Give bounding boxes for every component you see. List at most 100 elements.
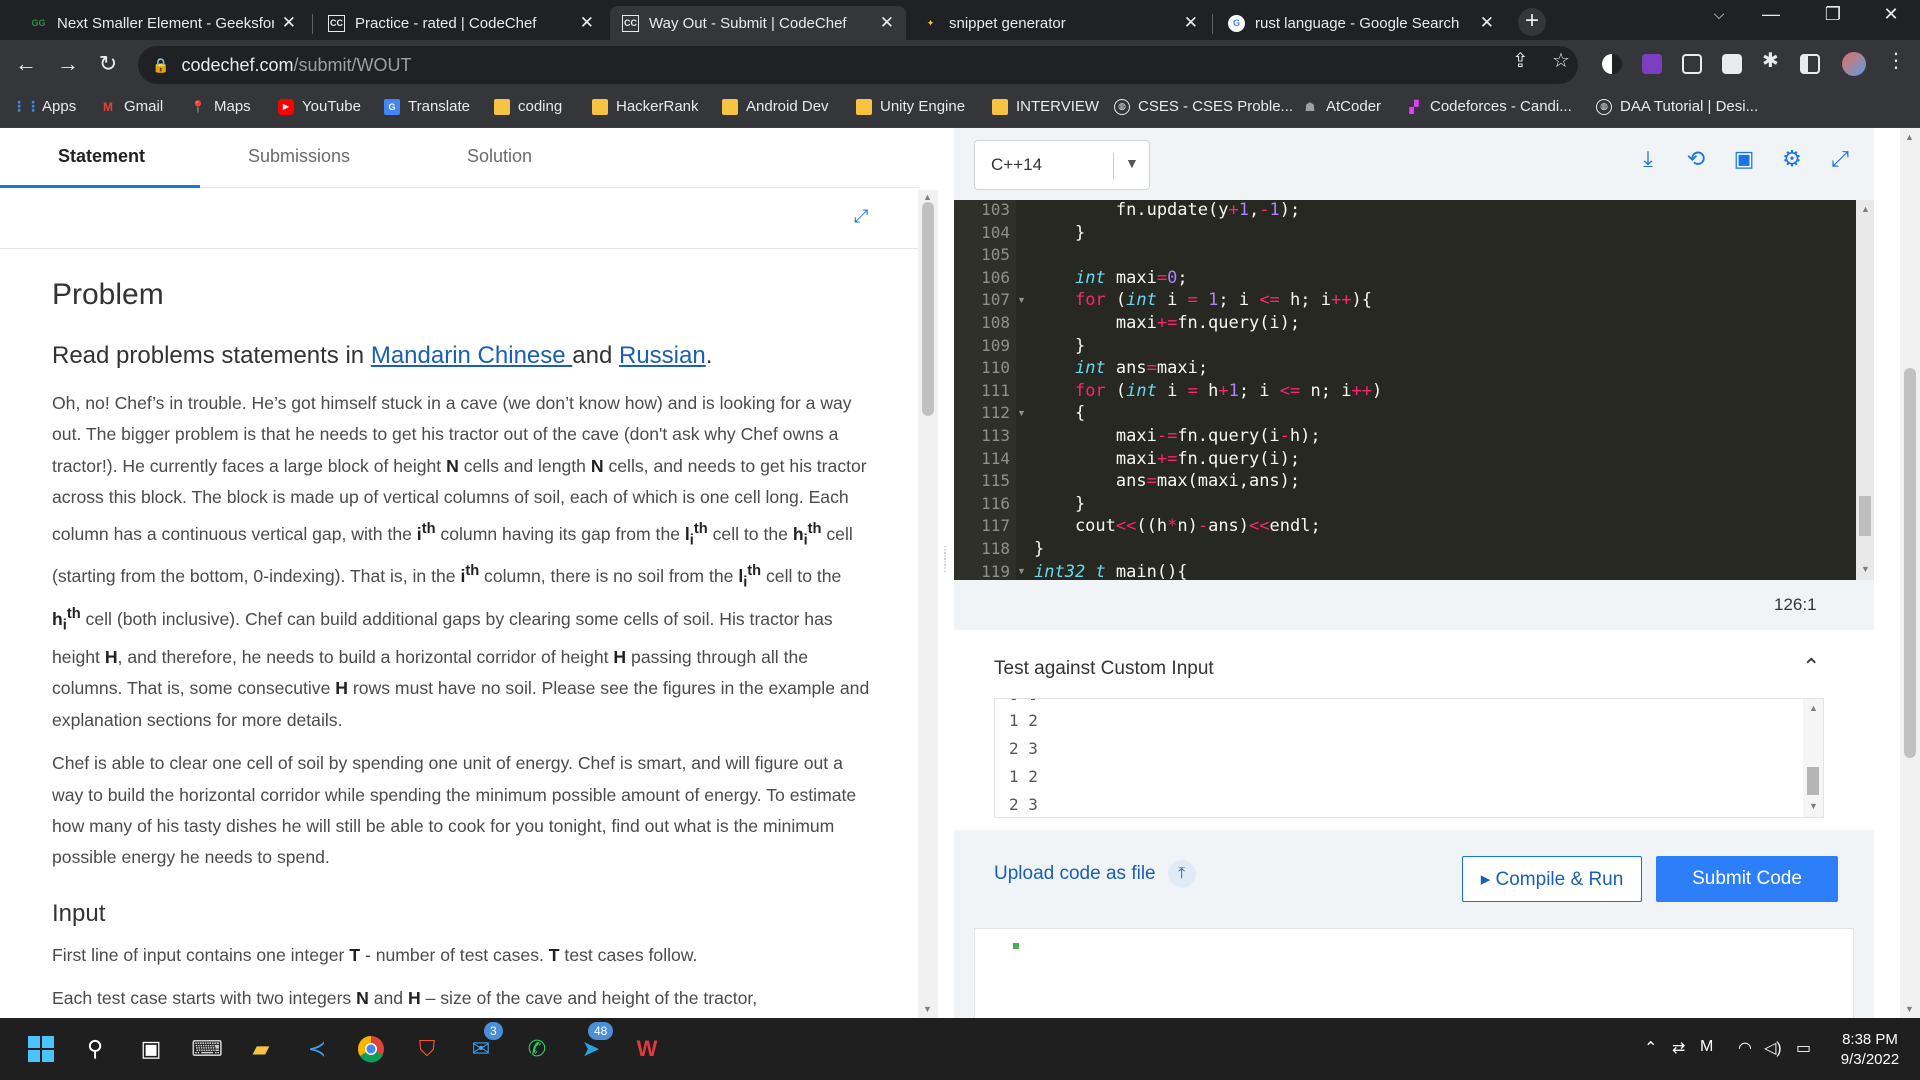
browser-tab[interactable]: GG Next Smaller Element - Geeksfor ✕: [18, 6, 308, 40]
scroll-up-icon[interactable]: ▲: [1861, 204, 1870, 214]
extension-icon[interactable]: [1682, 54, 1702, 74]
close-tab-icon[interactable]: ✕: [1184, 13, 1198, 33]
windows-start-icon[interactable]: [24, 1032, 58, 1066]
bookmark-maps[interactable]: 📍 Maps: [190, 98, 251, 115]
download-icon[interactable]: ⤓: [1634, 146, 1662, 174]
wps-office-icon[interactable]: W: [630, 1032, 664, 1066]
extension-icon[interactable]: [1722, 54, 1742, 74]
restore-icon[interactable]: ❐: [1818, 4, 1848, 25]
battery-icon[interactable]: ▭: [1796, 1038, 1811, 1058]
tab-solution[interactable]: Solution: [467, 146, 532, 167]
scrollbar-thumb[interactable]: [1807, 767, 1819, 795]
browser-tab-active[interactable]: CC Way Out - Submit | CodeChef ✕: [610, 6, 906, 40]
extensions-puzzle-icon[interactable]: ✱: [1762, 48, 1779, 73]
chrome-icon[interactable]: [354, 1032, 388, 1066]
bookmark-cses[interactable]: ◍ CSES - CSES Proble...: [1114, 98, 1293, 115]
reload-icon[interactable]: ↻: [94, 51, 122, 77]
scrollbar-thumb[interactable]: [1904, 368, 1916, 758]
file-explorer-icon[interactable]: ▰: [244, 1032, 278, 1066]
profile-avatar[interactable]: [1842, 52, 1866, 76]
show-hidden-icons-icon[interactable]: ⌃: [1644, 1038, 1657, 1058]
browser-tab[interactable]: CC Practice - rated | CodeChef ✕: [316, 6, 606, 40]
minimize-icon[interactable]: —: [1756, 4, 1786, 25]
bookmark-folder-interview[interactable]: INTERVIEW: [992, 98, 1099, 115]
reset-code-icon[interactable]: ⟲: [1682, 146, 1710, 174]
close-tab-icon[interactable]: ✕: [580, 13, 594, 33]
chevron-up-icon[interactable]: ⌃: [1802, 654, 1820, 680]
tab-statement[interactable]: Statement: [58, 146, 145, 167]
side-panel-icon[interactable]: [1800, 54, 1820, 74]
link-mandarin-chinese[interactable]: Mandarin Chinese: [371, 342, 572, 369]
brave-icon[interactable]: ⛉: [410, 1032, 444, 1066]
tab-search-icon[interactable]: ⌵: [1704, 6, 1734, 23]
scroll-up-icon[interactable]: ▲: [1905, 132, 1914, 142]
language-select[interactable]: C++14 ▼: [974, 140, 1150, 190]
settings-gear-icon[interactable]: ⚙: [1778, 146, 1806, 174]
bookmark-gmail[interactable]: M Gmail: [100, 98, 163, 115]
scroll-up-icon[interactable]: ▲: [923, 192, 932, 202]
expand-icon[interactable]: ⤢: [854, 206, 868, 227]
address-bar[interactable]: 🔒 codechef.com/submit/WOUT: [138, 46, 1578, 84]
pane-resize-handle[interactable]: ⋮ ⋮ ⋮ ⋮: [940, 546, 950, 592]
fullscreen-icon[interactable]: ⤢: [1826, 146, 1854, 174]
scrollbar-thumb[interactable]: [1859, 496, 1871, 536]
bookmark-translate[interactable]: G Translate: [384, 98, 470, 115]
codechef-icon: CC: [328, 14, 345, 32]
custom-input-scrollbar[interactable]: ▲ ▼: [1803, 699, 1823, 817]
bookmark-apps[interactable]: ⋮⋮ Apps: [12, 98, 76, 115]
page-scrollbar[interactable]: ▲ ▼: [1900, 128, 1920, 1018]
bookmark-codeforces[interactable]: ▞ Codeforces - Candi...: [1406, 98, 1571, 115]
tab-submissions[interactable]: Submissions: [248, 146, 350, 167]
new-tab-button[interactable]: +: [1518, 8, 1546, 36]
vscode-icon[interactable]: ≺: [300, 1032, 334, 1066]
whatsapp-icon[interactable]: ✆: [520, 1032, 554, 1066]
bookmark-star-icon[interactable]: ☆: [1552, 48, 1570, 73]
bookmark-folder-android-dev[interactable]: Android Dev: [722, 98, 829, 115]
forward-icon[interactable]: →: [54, 51, 82, 77]
scroll-down-icon[interactable]: ▼: [1809, 801, 1818, 811]
close-tab-icon[interactable]: ✕: [880, 13, 894, 33]
bookmark-folder-unity-engine[interactable]: Unity Engine: [856, 98, 965, 115]
back-icon[interactable]: ←: [12, 51, 40, 77]
text-span: HackerRank: [616, 98, 699, 115]
system-clock[interactable]: 8:38 PM 9/3/2022: [1830, 1030, 1910, 1070]
task-view-icon[interactable]: ▣: [134, 1032, 168, 1066]
close-window-icon[interactable]: ✕: [1876, 4, 1906, 25]
extension-icon[interactable]: [1642, 54, 1662, 74]
dark-mode-extension-icon[interactable]: [1602, 54, 1622, 74]
scroll-up-icon[interactable]: ▲: [1809, 703, 1818, 713]
volume-icon[interactable]: ◁): [1764, 1038, 1782, 1058]
tray-app-icon[interactable]: M: [1700, 1038, 1713, 1056]
scroll-down-icon[interactable]: ▼: [923, 1004, 932, 1014]
browser-tab[interactable]: ✦ snippet generator ✕: [910, 6, 1210, 40]
browser-tab[interactable]: G rust language - Google Search ✕: [1216, 6, 1506, 40]
editor-scrollbar[interactable]: ▲ ▼: [1856, 200, 1874, 580]
fold-arrow-icon[interactable]: ▼: [1017, 295, 1026, 305]
code-editor[interactable]: 103 104 105 106 107 108 109 110 111 112 …: [954, 200, 1856, 580]
scroll-down-icon[interactable]: ▼: [1861, 564, 1870, 574]
link-russian[interactable]: Russian: [619, 342, 706, 369]
fold-arrow-icon[interactable]: ▼: [1017, 566, 1026, 576]
wifi-icon[interactable]: ◠: [1738, 1038, 1752, 1058]
tray-app-icon[interactable]: ⇄: [1672, 1038, 1685, 1058]
search-icon[interactable]: ⚲: [78, 1032, 112, 1066]
bookmark-youtube[interactable]: ▶ YouTube: [278, 98, 361, 115]
bookmark-daa-tutorial[interactable]: ◍ DAA Tutorial | Desi...: [1596, 98, 1758, 115]
save-icon[interactable]: ▣: [1730, 146, 1758, 174]
custom-input-textarea[interactable]: - - 1 2 2 3 1 2 2 3 ▲ ▼: [994, 698, 1824, 818]
problem-scrollbar[interactable]: ▲ ▼: [918, 190, 938, 1018]
terminal-icon[interactable]: ⌨: [190, 1032, 224, 1066]
compile-run-button[interactable]: ▸ Compile & Run: [1462, 856, 1642, 902]
bookmark-folder-coding[interactable]: coding: [494, 98, 562, 115]
scroll-down-icon[interactable]: ▼: [1905, 1004, 1914, 1014]
bookmark-folder-hackerrank[interactable]: HackerRank: [592, 98, 699, 115]
submit-code-button[interactable]: Submit Code: [1656, 856, 1838, 902]
share-icon[interactable]: ⇪: [1512, 48, 1529, 73]
scrollbar-thumb[interactable]: [922, 202, 934, 416]
fold-arrow-icon[interactable]: ▼: [1017, 408, 1026, 418]
menu-icon[interactable]: ⋮: [1886, 48, 1906, 73]
bookmark-atcoder[interactable]: ☗ AtCoder: [1302, 98, 1381, 115]
upload-code-link[interactable]: Upload code as file ⤒: [994, 860, 1196, 888]
close-tab-icon[interactable]: ✕: [282, 13, 296, 33]
close-tab-icon[interactable]: ✕: [1480, 13, 1494, 33]
